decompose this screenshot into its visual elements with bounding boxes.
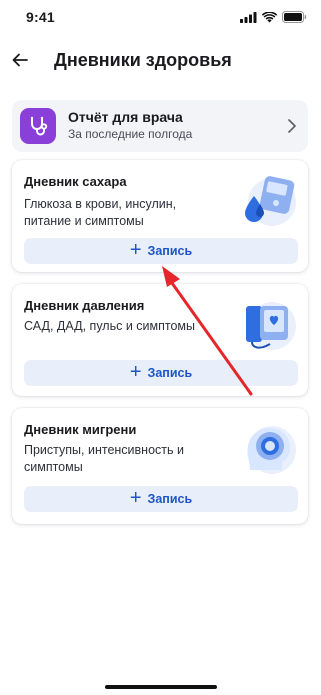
page-title: Дневники здоровья <box>54 50 232 70</box>
status-icons <box>240 11 307 23</box>
diary-card-sugar: Дневник сахара Глюкоза в крови, инсулин,… <box>12 160 308 272</box>
diary-title: Дневник сахара <box>24 174 127 189</box>
head-icon <box>247 426 296 474</box>
diary-title: Дневник мигрени <box>24 422 137 437</box>
status-bar: 9:41 <box>0 0 321 36</box>
diary-description: САД, ДАД, пульс и симптомы <box>24 319 195 333</box>
back-button[interactable] <box>6 46 34 74</box>
record-button-label: Запись <box>147 492 193 506</box>
home-indicator <box>105 685 217 689</box>
header: Дневники здоровья <box>0 42 321 78</box>
status-time: 9:41 <box>26 9 55 25</box>
add-record-button[interactable]: + Запись <box>24 486 298 512</box>
plus-icon: + <box>129 361 142 383</box>
doctor-report-card[interactable]: Отчёт для врача За последние полгода <box>12 100 308 152</box>
add-record-button[interactable]: + Запись <box>24 360 298 386</box>
diary-description: Глюкоза в крови, инсулин, питание и симп… <box>24 197 177 228</box>
record-button-label: Запись <box>147 366 193 380</box>
glucometer-icon <box>245 176 296 226</box>
plus-icon: + <box>129 487 142 509</box>
diary-card-migraine: Дневник мигрени Приступы, интенсивность … <box>12 408 308 524</box>
add-record-button[interactable]: + Запись <box>24 238 298 264</box>
diary-description: Приступы, интенсивность и симптомы <box>24 443 184 474</box>
chevron-right-icon <box>288 119 296 133</box>
stethoscope-icon <box>20 108 56 144</box>
tonometer-icon <box>246 302 296 350</box>
record-button-label: Запись <box>147 244 193 258</box>
report-subtitle: За последние полгода <box>68 127 193 141</box>
plus-icon: + <box>129 239 142 261</box>
diary-title: Дневник давления <box>24 298 145 313</box>
wifi-icon <box>262 11 277 22</box>
report-title: Отчёт для врача <box>68 109 183 125</box>
battery-icon <box>282 11 307 23</box>
signal-icon <box>240 11 257 23</box>
diary-card-pressure: Дневник давления САД, ДАД, пульс и симпт… <box>12 284 308 396</box>
back-arrow-icon <box>12 53 28 67</box>
